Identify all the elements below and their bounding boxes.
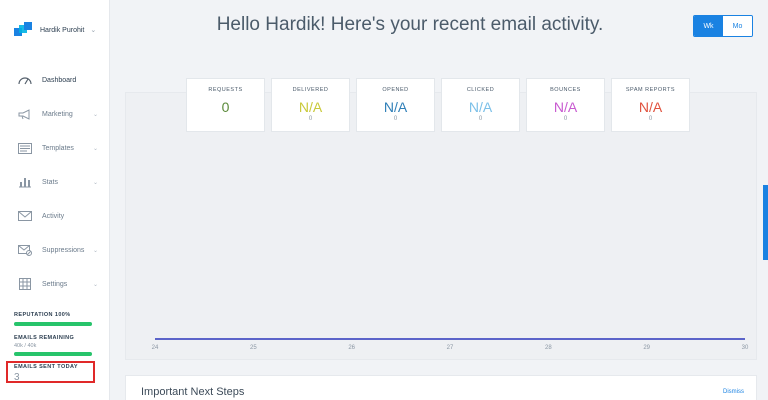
stat-card-clicked[interactable]: CLICKED N/A 0 (441, 78, 520, 132)
x-tick-label: 27 (447, 345, 454, 351)
stat-sub: 0 (308, 116, 313, 122)
sidebar-item-label: Settings (42, 280, 68, 288)
stat-title: BOUNCES (550, 87, 581, 93)
feedback-side-tab[interactable] (763, 185, 768, 260)
stat-value: N/A (383, 99, 408, 115)
reputation-bar (14, 322, 92, 326)
chevron-down-icon: ⌄ (92, 179, 98, 186)
dashboard-gauge-icon (17, 73, 33, 87)
sidebar-item-suppressions[interactable]: Suppressions ⌄ (0, 236, 110, 264)
activity-chart-panel (125, 92, 757, 360)
stat-card-opened[interactable]: OPENED N/A 0 (356, 78, 435, 132)
sidebar-item-label: Suppressions (42, 246, 85, 254)
dismiss-link[interactable]: Dismiss (723, 389, 744, 395)
stat-card-requests[interactable]: REQUESTS 0 (186, 78, 265, 132)
stat-title: CLICKED (466, 87, 495, 93)
emails-remaining-bar (14, 352, 92, 356)
chevron-down-icon: ⌄ (92, 247, 98, 254)
sidebar-item-label: Templates (42, 144, 74, 152)
stat-card-bounces[interactable]: BOUNCES N/A 0 (526, 78, 605, 132)
sidebar-item-label: Stats (42, 178, 58, 186)
chevron-down-icon: ⌄ (92, 145, 98, 152)
stats-chart-icon (17, 175, 33, 189)
sidebar-item-label: Marketing (42, 110, 73, 118)
suppression-icon (17, 243, 33, 257)
chevron-down-icon: ⌄ (90, 27, 97, 34)
sidebar-item-dashboard[interactable]: Dashboard (0, 66, 110, 94)
x-tick-label: 24 (152, 345, 159, 351)
week-toggle-button[interactable]: Wk (694, 16, 723, 36)
stat-value: 0 (221, 99, 230, 115)
account-switcher[interactable]: Hardik Purohit ⌄ (14, 22, 96, 38)
emails-remaining-label: EMAILS REMAINING (14, 335, 75, 341)
envelope-icon (17, 209, 33, 223)
sidebar-item-activity[interactable]: Activity (0, 202, 110, 230)
sendgrid-logo-icon (14, 22, 34, 38)
stat-sub: 0 (393, 116, 398, 122)
stat-card-spam-reports[interactable]: SPAM REPORTS N/A 0 (611, 78, 690, 132)
reputation-label: REPUTATION 100% (14, 312, 71, 318)
stat-value: N/A (638, 99, 663, 115)
sidebar-item-stats[interactable]: Stats ⌄ (0, 168, 110, 196)
activity-line-chart: 24 25 26 27 28 29 30 (152, 338, 749, 351)
month-toggle-button[interactable]: Mo (723, 16, 752, 36)
settings-grid-icon (17, 277, 33, 291)
emails-remaining-bar-fill (14, 352, 92, 356)
stat-title: REQUESTS (208, 87, 243, 93)
emails-sent-today-label: EMAILS SENT TODAY (14, 364, 78, 370)
account-name: Hardik Purohit (40, 26, 85, 34)
chevron-down-icon: ⌄ (92, 281, 98, 288)
next-steps-title: Important Next Steps (141, 386, 245, 398)
stat-card-delivered[interactable]: DELIVERED N/A 0 (271, 78, 350, 132)
sidebar: Hardik Purohit ⌄ Dashboard Marketing ⌄ T… (0, 0, 110, 400)
megaphone-icon (17, 107, 33, 121)
emails-sent-today-value: 3 (14, 372, 20, 383)
stat-sub: 0 (648, 116, 653, 122)
template-icon (17, 141, 33, 155)
stats-cards: REQUESTS 0 DELIVERED N/A 0 OPENED N/A 0 … (186, 78, 696, 132)
stat-sub: 0 (563, 116, 568, 122)
stat-value: N/A (468, 99, 493, 115)
stat-title: SPAM REPORTS (625, 87, 676, 93)
stat-value: N/A (553, 99, 578, 115)
sidebar-item-label: Dashboard (42, 76, 77, 84)
sidebar-item-marketing[interactable]: Marketing ⌄ (0, 100, 110, 128)
reputation-bar-fill (14, 322, 92, 326)
period-toggle: Wk Mo (693, 15, 753, 37)
stat-title: OPENED (382, 87, 409, 93)
stat-sub: 0 (478, 116, 483, 122)
x-tick-label: 30 (742, 345, 749, 351)
x-tick-label: 29 (643, 345, 650, 351)
x-tick-label: 28 (545, 345, 552, 351)
sidebar-item-settings[interactable]: Settings ⌄ (0, 270, 110, 298)
x-tick-label: 26 (348, 345, 355, 351)
stat-title: DELIVERED (292, 87, 329, 93)
sidebar-item-label: Activity (42, 212, 65, 220)
emails-remaining-value: 40k / 40k (14, 343, 37, 349)
page-title: Hello Hardik! Here's your recent email a… (216, 14, 604, 35)
x-tick-label: 25 (250, 345, 257, 351)
sidebar-item-templates[interactable]: Templates ⌄ (0, 134, 110, 162)
next-steps-panel: Important Next Steps Dismiss (125, 375, 757, 400)
stat-value: N/A (298, 99, 323, 115)
chevron-down-icon: ⌄ (92, 111, 98, 118)
